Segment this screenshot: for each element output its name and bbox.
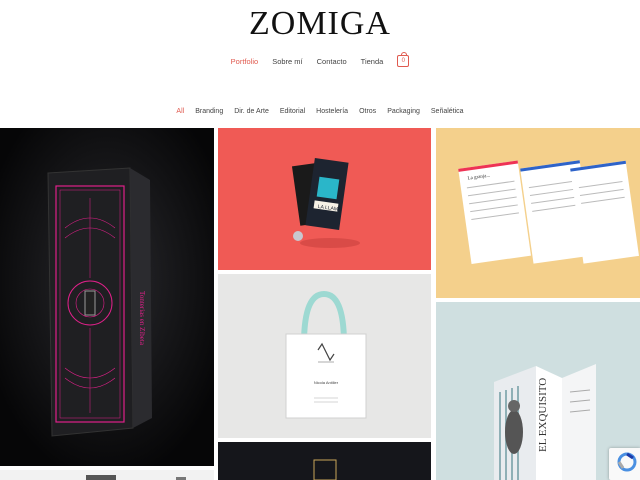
portfolio-tile-box[interactable]: Tonterias en Zibeta (0, 128, 214, 466)
recaptcha-icon (617, 452, 637, 472)
site-logo[interactable]: ZOMIGA (0, 0, 640, 44)
portfolio-tile-tote[interactable]: Nicola Antilier (218, 274, 431, 438)
tote-name: Nicola Antilier (314, 380, 339, 385)
main-nav: Portfolio Sobre mí Contacto Tienda 0 (0, 52, 640, 70)
nav-sobre-mi[interactable]: Sobre mí (272, 57, 302, 66)
box-side-text: Tonterias en Zibeta (138, 291, 146, 346)
filter-otros[interactable]: Otros (359, 108, 376, 115)
tote-image: Nicola Antilier (218, 274, 431, 438)
dark-tile-image (218, 442, 431, 480)
nav-portfolio[interactable]: Portfolio (231, 57, 259, 66)
portfolio-tile-llama[interactable]: LA LLAMA (218, 128, 431, 270)
recaptcha-badge[interactable] (609, 448, 640, 480)
portfolio-tile-dark[interactable] (218, 442, 431, 480)
logo-text: ZOMIGA (249, 5, 391, 42)
nav-contacto[interactable]: Contacto (317, 57, 347, 66)
menus-image: La granja... (436, 128, 640, 298)
filter-packaging[interactable]: Packaging (387, 108, 420, 115)
nav-tienda[interactable]: Tienda (361, 57, 384, 66)
portfolio-tile-light[interactable] (0, 470, 214, 480)
filter-editorial[interactable]: Editorial (280, 108, 305, 115)
portfolio-tile-menus[interactable]: La granja... (436, 128, 640, 298)
filter-dir-arte[interactable]: Dir. de Arte (234, 108, 269, 115)
filter-all[interactable]: All (176, 108, 184, 115)
box-image: Tonterias en Zibeta (0, 128, 214, 466)
filter-branding[interactable]: Branding (195, 108, 223, 115)
cart-count: 0 (401, 58, 405, 64)
llama-image: LA LLAMA (218, 128, 431, 270)
cart-icon[interactable]: 0 (397, 52, 410, 67)
filter-hosteleria[interactable]: Hostelería (316, 108, 348, 115)
light-tile-image (0, 473, 214, 480)
exquisito-title: EL EXQUISITO (537, 378, 549, 452)
filter-senaletica[interactable]: Señalética (431, 108, 464, 115)
portfolio-filters: All Branding Dir. de Arte Editorial Host… (0, 104, 640, 118)
